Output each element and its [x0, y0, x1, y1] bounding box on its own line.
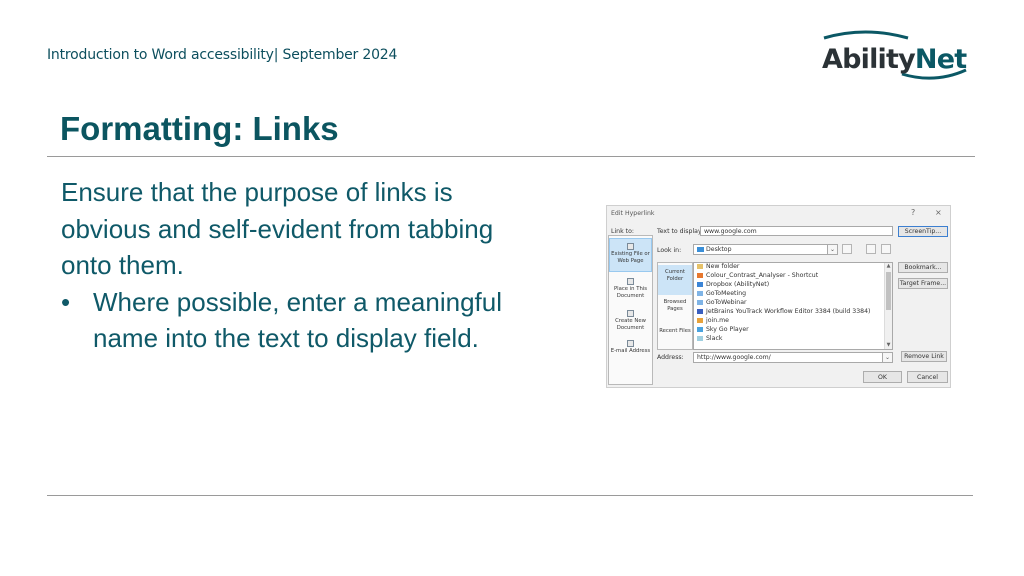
bookmark-button[interactable]: Bookmark...	[898, 262, 948, 273]
address-label: Address:	[657, 354, 684, 361]
link-to-label: Link to:	[611, 228, 634, 235]
link-type-existing-file[interactable]: Existing File or Web Page	[609, 238, 652, 272]
link-type-create-new[interactable]: Create New Document	[609, 308, 652, 331]
bullet-dot-icon: •	[61, 286, 71, 317]
email-icon	[627, 340, 634, 347]
ok-button[interactable]: OK	[863, 371, 902, 383]
browse-file-icon[interactable]	[866, 244, 876, 254]
app-icon	[697, 318, 703, 323]
bullet-text: Where possible, enter a meaningful name …	[93, 286, 503, 354]
list-item[interactable]: Colour_Contrast_Analyser - Shortcut	[697, 272, 818, 280]
folder-nav: Current Folder Browsed Pages Recent File…	[657, 262, 693, 350]
link-to-panel: Existing File or Web Page Place in This …	[608, 235, 653, 385]
cancel-button[interactable]: Cancel	[907, 371, 948, 383]
scroll-up-icon[interactable]: ▲	[885, 263, 892, 270]
screentip-button[interactable]: ScreenTip...	[898, 226, 948, 237]
address-input[interactable]: http://www.google.com/ ⌄	[693, 352, 893, 363]
app-icon	[697, 327, 703, 332]
app-icon	[697, 300, 703, 305]
list-item[interactable]: GoToWebinar	[697, 299, 747, 307]
document-place-icon	[627, 278, 634, 285]
file-list: New folder Colour_Contrast_Analyser - Sh…	[693, 262, 893, 350]
browse-web-icon[interactable]	[842, 244, 852, 254]
look-in-label: Look in:	[657, 247, 682, 254]
globe-file-icon	[627, 243, 634, 250]
list-item[interactable]: Dropbox (AbilityNet)	[697, 281, 769, 289]
nav-recent-files[interactable]: Recent Files	[658, 328, 692, 335]
list-item[interactable]: Sky Go Player	[697, 326, 749, 334]
footer-divider	[47, 495, 973, 496]
chevron-down-icon[interactable]: ⌄	[827, 245, 837, 254]
scroll-thumb[interactable]	[886, 272, 891, 310]
nav-browsed-pages[interactable]: Browsed Pages	[658, 299, 692, 312]
list-item[interactable]: JetBrains YouTrack Workflow Editor 3384 …	[697, 308, 870, 316]
abilitynet-logo: AbilityNet	[820, 28, 970, 84]
remove-link-button[interactable]: Remove Link	[901, 351, 947, 362]
close-button[interactable]: ×	[935, 208, 942, 217]
text-to-display-input[interactable]: www.google.com	[700, 226, 893, 236]
body-paragraph: Ensure that the purpose of links is obvi…	[61, 177, 494, 280]
slide-title: Formatting: Links	[60, 110, 339, 147]
open-folder-icon[interactable]	[881, 244, 891, 254]
target-frame-button[interactable]: Target Frame...	[898, 278, 948, 289]
link-type-place-in-document[interactable]: Place in This Document	[609, 276, 652, 299]
list-item[interactable]: join.me	[697, 317, 729, 325]
folder-icon	[697, 264, 703, 269]
edit-hyperlink-dialog: Edit Hyperlink ? × Link to: Text to disp…	[606, 205, 951, 388]
bullet-item: • Where possible, enter a meaningful name…	[61, 284, 531, 357]
scroll-down-icon[interactable]: ▼	[885, 342, 892, 349]
header-text: Introduction to Word accessibility| Sept…	[47, 47, 398, 63]
link-type-email[interactable]: E-mail Address	[609, 338, 652, 355]
dialog-title: Edit Hyperlink	[611, 210, 655, 217]
list-item[interactable]: New folder	[697, 263, 739, 271]
folder-icon	[697, 247, 704, 252]
list-item[interactable]: Slack	[697, 335, 722, 343]
dropbox-icon	[697, 282, 703, 287]
nav-current-folder[interactable]: Current Folder	[658, 265, 692, 295]
app-icon	[697, 336, 703, 341]
slide-body: Ensure that the purpose of links is obvi…	[61, 174, 531, 357]
app-icon	[697, 309, 703, 314]
app-icon	[697, 291, 703, 296]
list-item[interactable]: GoToMeeting	[697, 290, 746, 298]
help-button[interactable]: ?	[911, 208, 915, 217]
app-shortcut-icon	[697, 273, 703, 278]
scrollbar[interactable]: ▲ ▼	[884, 263, 892, 349]
title-divider	[47, 156, 975, 157]
new-document-icon	[627, 310, 634, 317]
look-in-select[interactable]: Desktop ⌄	[693, 244, 838, 255]
chevron-down-icon[interactable]: ⌄	[882, 353, 892, 362]
text-to-display-label: Text to display:	[657, 228, 704, 235]
logo-text: AbilityNet	[822, 44, 967, 75]
